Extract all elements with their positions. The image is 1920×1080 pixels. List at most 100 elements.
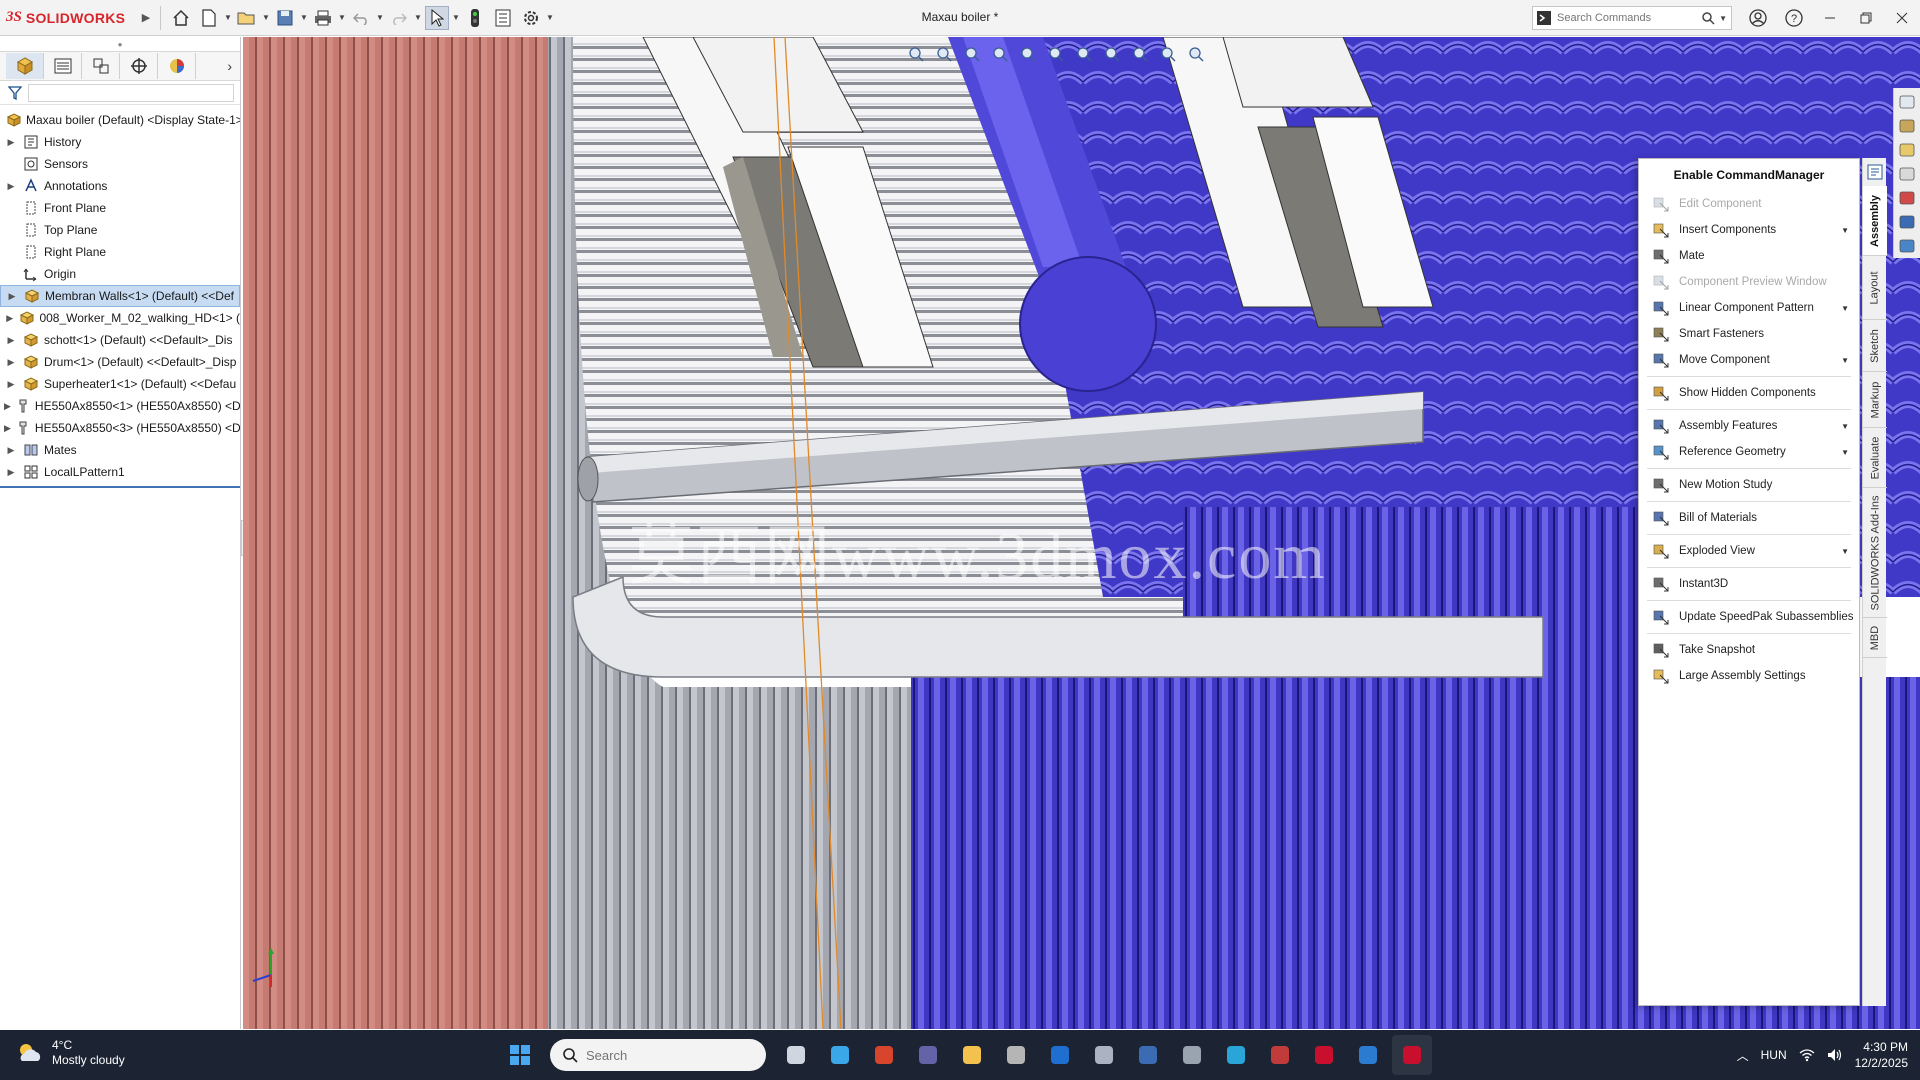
notepad-icon[interactable] — [996, 1035, 1036, 1075]
help-icon[interactable]: ? — [1782, 6, 1806, 30]
save-app-icon[interactable] — [1128, 1035, 1168, 1075]
tree-expand-arrow-icon[interactable]: ▶ — [4, 467, 18, 478]
tree-expand-arrow-icon[interactable]: ▶ — [4, 401, 11, 412]
tab-solidworks-add-ins[interactable]: SOLIDWORKS Add-Ins — [1863, 488, 1887, 618]
clock[interactable]: 4:30 PM 12/2/2025 — [1855, 1039, 1908, 1071]
command-snapshot[interactable]: Take Snapshot — [1639, 637, 1859, 663]
undo-dropdown-icon[interactable]: ▼ — [375, 13, 385, 22]
command-bom[interactable]: Bill of Materials — [1639, 505, 1859, 531]
display-style-icon[interactable] — [1071, 42, 1097, 66]
undo-icon[interactable] — [349, 6, 373, 30]
zoom-to-fit-icon[interactable] — [903, 42, 929, 66]
dynamic-annotation-icon[interactable] — [1015, 42, 1041, 66]
open-dropdown-icon[interactable]: ▼ — [261, 13, 271, 22]
teams-icon[interactable] — [908, 1035, 948, 1075]
spider-icon[interactable] — [1304, 1035, 1344, 1075]
solidworks-app-icon[interactable] — [1392, 1035, 1432, 1075]
command-large-assembly[interactable]: Large Assembly Settings — [1639, 663, 1859, 689]
minimize-button[interactable] — [1812, 0, 1848, 36]
command-dropdown-arrow-icon[interactable]: ▼ — [1841, 356, 1849, 365]
tree-root-item[interactable]: Maxau boiler (Default) <Display State-1> — [0, 109, 240, 131]
close-button[interactable] — [1884, 0, 1920, 36]
file-explorer-icon[interactable] — [1897, 140, 1917, 160]
search-icon[interactable] — [1701, 11, 1715, 25]
menu-expand-arrow-icon[interactable]: ▶ — [138, 11, 154, 24]
zoom-to-area-icon[interactable] — [931, 42, 957, 66]
tray-overflow-icon[interactable]: ︿ — [1737, 1047, 1749, 1064]
command-motion-study[interactable]: New Motion Study — [1639, 472, 1859, 498]
tree-item[interactable]: Top Plane — [0, 219, 240, 241]
flag-icon[interactable] — [1260, 1035, 1300, 1075]
custom-properties-icon[interactable] — [1897, 212, 1917, 232]
open-icon[interactable] — [235, 6, 259, 30]
weather-widget[interactable]: 4°C Mostly cloudy — [16, 1038, 125, 1068]
previous-view-icon[interactable] — [959, 42, 985, 66]
tree-rollback-bar[interactable] — [0, 486, 240, 488]
keyboard-icon[interactable] — [1084, 1035, 1124, 1075]
start-button[interactable] — [500, 1035, 540, 1075]
command-insert-components[interactable]: Insert Components ▼ — [1639, 217, 1859, 243]
command-dropdown-arrow-icon[interactable]: ▼ — [1841, 547, 1849, 556]
print-dropdown-icon[interactable]: ▼ — [337, 13, 347, 22]
save-dropdown-icon[interactable]: ▼ — [299, 13, 309, 22]
tree-expand-arrow-icon[interactable]: ▶ — [4, 423, 11, 434]
tree-item[interactable]: ▶ History — [0, 131, 240, 153]
tree-item[interactable]: ▶ schott<1> (Default) <<Default>_Dis — [0, 329, 240, 351]
filter-input[interactable] — [28, 83, 234, 102]
file-explorer-icon[interactable] — [952, 1035, 992, 1075]
dimxpert-tab[interactable] — [120, 53, 158, 79]
chip-icon[interactable] — [1172, 1035, 1212, 1075]
volume-icon[interactable] — [1827, 1048, 1843, 1062]
command-show-hidden[interactable]: Show Hidden Components — [1639, 380, 1859, 406]
tree-expand-arrow-icon[interactable]: ▶ — [4, 181, 18, 192]
tree-item[interactable]: ▶ Mates — [0, 439, 240, 461]
panel-grip[interactable]: ● — [0, 37, 240, 51]
command-dropdown-arrow-icon[interactable]: ▼ — [1841, 448, 1849, 457]
coordinate-triad-icon[interactable] — [247, 945, 295, 993]
outlook-icon[interactable] — [1040, 1035, 1080, 1075]
task-view-icon[interactable] — [776, 1035, 816, 1075]
taskbar-search-input[interactable] — [586, 1047, 746, 1063]
tab-assembly[interactable]: Assembly — [1863, 186, 1887, 256]
tab-markup[interactable]: Markup — [1863, 372, 1887, 428]
propertymanager-tab[interactable] — [44, 53, 82, 79]
command-smart-fasteners[interactable]: Smart Fasteners — [1639, 321, 1859, 347]
redo-dropdown-icon[interactable]: ▼ — [413, 13, 423, 22]
options-dropdown-icon[interactable]: ▼ — [545, 13, 555, 22]
tree-item[interactable]: ▶ HE550Ax8550<1> (HE550Ax8550) <D — [0, 395, 240, 417]
widgets-icon[interactable] — [820, 1035, 860, 1075]
new-document-icon[interactable] — [197, 6, 221, 30]
tree-expand-arrow-icon[interactable]: ▶ — [5, 291, 19, 302]
tree-item[interactable]: ▶ Membran Walls<1> (Default) <<Def — [0, 285, 240, 307]
command-dropdown-arrow-icon[interactable]: ▼ — [1841, 422, 1849, 431]
section-view-icon[interactable] — [987, 42, 1013, 66]
search-dropdown-icon[interactable]: ▼ — [1719, 14, 1727, 23]
restore-button[interactable] — [1848, 0, 1884, 36]
options-icon[interactable] — [519, 6, 543, 30]
enable-commandmanager-title[interactable]: Enable CommandManager — [1639, 159, 1859, 191]
save-icon[interactable] — [273, 6, 297, 30]
tab-layout[interactable]: Layout — [1863, 256, 1887, 320]
tree-item[interactable]: Right Plane — [0, 241, 240, 263]
customize-commandmanager-icon[interactable] — [1865, 162, 1885, 182]
command-dropdown-arrow-icon[interactable]: ▼ — [1841, 226, 1849, 235]
featuremanager-tab[interactable] — [6, 53, 44, 79]
solidworks-logo[interactable]: 3S SOLIDWORKS — [0, 0, 138, 36]
tree-item[interactable]: Origin — [0, 263, 240, 285]
filter-icon[interactable] — [8, 85, 22, 100]
tree-expand-arrow-icon[interactable]: ▶ — [4, 445, 18, 456]
tree-item[interactable]: ▶ Drum<1> (Default) <<Default>_Disp — [0, 351, 240, 373]
search-commands-input[interactable] — [1557, 12, 1697, 24]
command-mate[interactable]: Mate — [1639, 243, 1859, 269]
store-icon[interactable] — [1348, 1035, 1388, 1075]
tree-expand-arrow-icon[interactable]: ▶ — [4, 313, 15, 324]
view-palette-icon[interactable] — [1897, 164, 1917, 184]
command-move-component[interactable]: Move Component ▼ — [1639, 347, 1859, 373]
resources-icon[interactable] — [1897, 92, 1917, 112]
view-settings-icon[interactable] — [1183, 42, 1209, 66]
appearances-icon[interactable] — [1897, 188, 1917, 208]
command-reference-geometry[interactable]: Reference Geometry ▼ — [1639, 439, 1859, 465]
configurationmanager-tab[interactable] — [82, 53, 120, 79]
tab-evaluate[interactable]: Evaluate — [1863, 428, 1887, 488]
tree-expand-arrow-icon[interactable]: ▶ — [4, 335, 18, 346]
